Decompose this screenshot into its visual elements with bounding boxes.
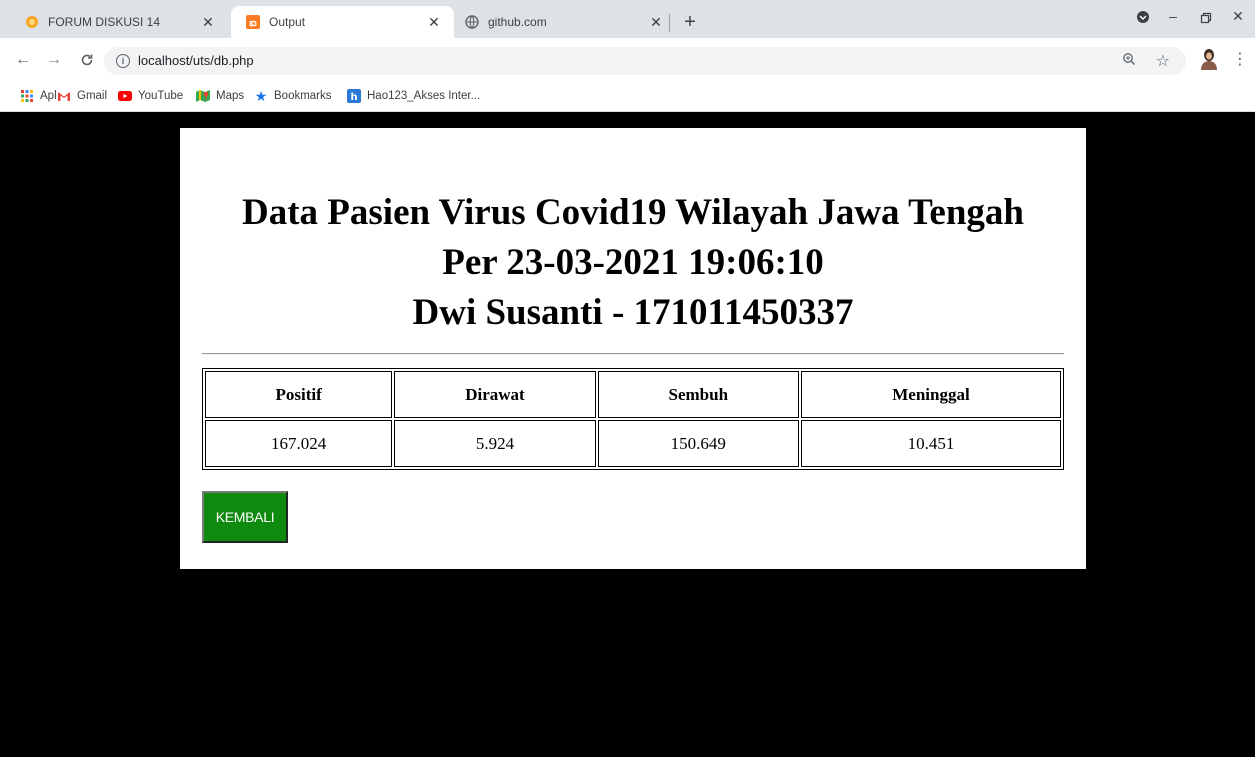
tab-forum-diskusi[interactable]: FORUM DISKUSI 14 ✕ bbox=[6, 6, 228, 38]
header-meninggal: Meninggal bbox=[800, 371, 1061, 418]
title-line-3: Dwi Susanti - 171011450337 bbox=[412, 292, 854, 333]
bookmark-bookmarks[interactable]: ★ Bookmarks bbox=[254, 87, 332, 104]
page-viewport: Data Pasien Virus Covid19 Wilayah Jawa T… bbox=[0, 112, 1255, 757]
close-icon[interactable]: ✕ bbox=[200, 14, 216, 30]
restore-icon[interactable] bbox=[1192, 8, 1220, 30]
address-bar[interactable]: i localhost/uts/db.php ☆ bbox=[104, 47, 1186, 75]
bookmark-label: Bookmarks bbox=[274, 90, 332, 102]
bookmark-label: Hao123_Akses Inter... bbox=[367, 90, 481, 102]
svg-text:ఐ: ఐ bbox=[249, 18, 257, 29]
xampp-icon: ఐ bbox=[245, 14, 261, 30]
reload-icon[interactable] bbox=[77, 50, 97, 70]
profile-indicator-icon[interactable] bbox=[1129, 10, 1157, 32]
tab-separator bbox=[669, 14, 670, 32]
apps-grid-icon bbox=[20, 89, 34, 103]
star-icon: ★ bbox=[254, 87, 268, 104]
bookmark-apl[interactable]: Apl bbox=[20, 89, 57, 103]
header-sembuh: Sembuh bbox=[597, 371, 799, 418]
table-header-row: Positif Dirawat Sembuh Meninggal bbox=[205, 371, 1061, 418]
bookmark-youtube[interactable]: YouTube bbox=[118, 89, 183, 103]
minimize-icon[interactable]: – bbox=[1159, 8, 1187, 30]
hao123-icon: h bbox=[347, 89, 361, 103]
title-line-1: Data Pasien Virus Covid19 Wilayah Jawa T… bbox=[242, 192, 1024, 233]
bookmark-label: Maps bbox=[216, 90, 245, 102]
forward-arrow-icon[interactable]: → bbox=[44, 50, 64, 70]
bookmark-maps[interactable]: Maps bbox=[196, 89, 244, 103]
bookmark-label: Apl bbox=[40, 90, 57, 102]
globe-icon bbox=[464, 14, 480, 30]
bookmarks-bar: Apl Gmail YouTube Maps ★ Bookmarks h Hao… bbox=[0, 84, 1255, 112]
table-row: 167.024 5.924 150.649 10.451 bbox=[205, 420, 1061, 467]
url-text[interactable]: localhost/uts/db.php bbox=[138, 53, 254, 68]
covid-data-table: Positif Dirawat Sembuh Meninggal 167.024… bbox=[202, 368, 1064, 470]
header-positif: Positif bbox=[205, 371, 393, 418]
close-icon[interactable]: ✕ bbox=[426, 14, 442, 30]
horizontal-rule bbox=[202, 353, 1064, 355]
cell-positif: 167.024 bbox=[205, 420, 393, 467]
tab-output[interactable]: ఐ Output ✕ bbox=[231, 6, 454, 38]
content-card: Data Pasien Virus Covid19 Wilayah Jawa T… bbox=[180, 128, 1086, 569]
header-dirawat: Dirawat bbox=[394, 371, 596, 418]
close-icon[interactable]: ✕ bbox=[648, 14, 664, 30]
bookmark-star-icon[interactable]: ☆ bbox=[1156, 51, 1170, 71]
info-icon[interactable]: i bbox=[116, 54, 130, 68]
more-menu-icon[interactable]: ⋮ bbox=[1232, 49, 1248, 69]
zoom-icon[interactable] bbox=[1122, 52, 1136, 69]
bookmark-gmail[interactable]: Gmail bbox=[57, 89, 107, 103]
window-close-icon[interactable]: ✕ bbox=[1224, 8, 1252, 30]
cell-dirawat: 5.924 bbox=[394, 420, 596, 467]
gmail-icon bbox=[57, 89, 71, 103]
back-button[interactable]: KEMBALI bbox=[202, 491, 288, 543]
new-tab-button[interactable]: + bbox=[679, 12, 701, 34]
bookmark-label: Gmail bbox=[77, 90, 108, 102]
svg-text:h: h bbox=[350, 92, 357, 103]
tab-strip: FORUM DISKUSI 14 ✕ ఐ Output ✕ github.com… bbox=[0, 0, 1255, 38]
title-line-2: Per 23-03-2021 19:06:10 bbox=[442, 242, 824, 283]
tab-title: github.com bbox=[488, 15, 547, 29]
tab-github[interactable]: github.com ✕ bbox=[454, 6, 676, 38]
tab-title: Output bbox=[269, 15, 306, 29]
page-title: Data Pasien Virus Covid19 Wilayah Jawa T… bbox=[180, 188, 1086, 338]
tab-title: FORUM DISKUSI 14 bbox=[48, 15, 161, 29]
moodle-icon bbox=[24, 14, 40, 30]
youtube-icon bbox=[118, 89, 132, 103]
avatar[interactable] bbox=[1200, 48, 1218, 70]
back-arrow-icon[interactable]: ← bbox=[13, 50, 33, 70]
cell-sembuh: 150.649 bbox=[597, 420, 799, 467]
cell-meninggal: 10.451 bbox=[800, 420, 1061, 467]
maps-icon bbox=[196, 89, 210, 103]
browser-toolbar: ← → i localhost/uts/db.php ☆ bbox=[0, 38, 1255, 84]
bookmark-label: YouTube bbox=[138, 90, 184, 102]
bookmark-hao123[interactable]: h Hao123_Akses Inter... bbox=[347, 89, 480, 103]
